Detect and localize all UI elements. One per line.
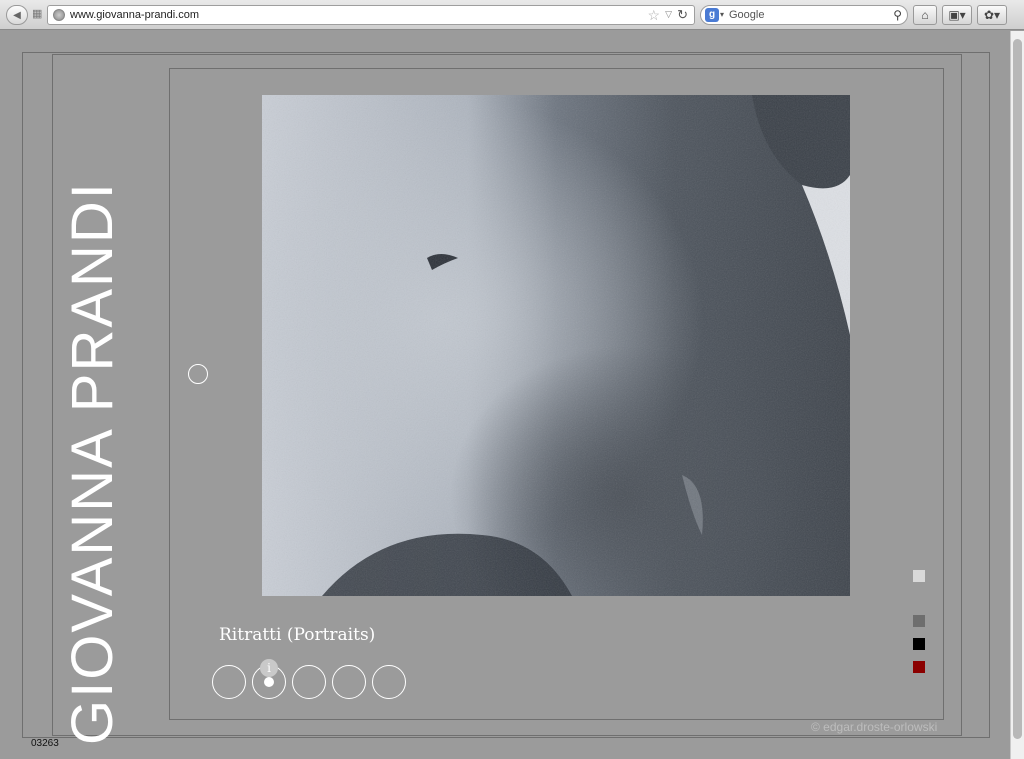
active-dot bbox=[264, 677, 274, 687]
swatch-dark-red[interactable] bbox=[913, 661, 925, 673]
back-button[interactable]: ◀ bbox=[6, 5, 28, 25]
swatch-black[interactable] bbox=[913, 638, 925, 650]
extension-button[interactable]: ✿▾ bbox=[977, 5, 1007, 25]
search-bar[interactable]: g ▾ Google ⚲ bbox=[700, 5, 908, 25]
globe-icon bbox=[53, 9, 65, 21]
photo-credit[interactable]: © edgar.droste-orlowski bbox=[811, 720, 937, 734]
google-icon[interactable]: g bbox=[705, 8, 719, 22]
site-title[interactable]: GIOVANNA PRANDI bbox=[60, 65, 125, 745]
magnifier-icon[interactable]: ⚲ bbox=[893, 8, 902, 22]
thumbnail-3[interactable] bbox=[292, 665, 326, 699]
address-bar[interactable]: www.giovanna-prandi.com ☆ ▽ ↻ bbox=[47, 5, 695, 25]
extension-icon: ✿▾ bbox=[983, 8, 1001, 22]
url-text: www.giovanna-prandi.com bbox=[70, 9, 200, 21]
swatch-light-gray[interactable] bbox=[913, 570, 925, 582]
visit-counter: 03263 bbox=[31, 738, 59, 749]
chevron-down-icon[interactable]: ▽ bbox=[665, 9, 672, 20]
info-button[interactable]: i bbox=[260, 659, 278, 677]
reload-icon[interactable]: ↻ bbox=[677, 7, 688, 23]
gallery-photo[interactable] bbox=[262, 95, 850, 596]
bookmark-icon: ▣▾ bbox=[948, 8, 966, 22]
scroll-thumb[interactable] bbox=[1013, 39, 1022, 739]
browser-toolbar: ◀ ▦ www.giovanna-prandi.com ☆ ▽ ↻ g ▾ Go… bbox=[0, 0, 1024, 30]
previous-image-button[interactable] bbox=[188, 364, 208, 384]
bookmarks-button[interactable]: ▣▾ bbox=[942, 5, 972, 25]
search-placeholder: Google bbox=[729, 9, 765, 21]
gallery-title: Ritratti (Portraits) bbox=[219, 625, 376, 645]
home-icon: ⌂ bbox=[921, 8, 929, 22]
star-icon[interactable]: ☆ bbox=[647, 7, 660, 24]
thumbnail-4[interactable] bbox=[332, 665, 366, 699]
scrollbar[interactable] bbox=[1010, 31, 1024, 759]
swatch-dark-gray[interactable] bbox=[913, 615, 925, 627]
chevron-down-icon[interactable]: ▾ bbox=[720, 10, 724, 19]
grid-icon[interactable]: ▦ bbox=[32, 9, 44, 20]
thumbnail-5[interactable] bbox=[372, 665, 406, 699]
home-button[interactable]: ⌂ bbox=[913, 5, 937, 25]
photo-image bbox=[262, 95, 850, 596]
back-arrow-icon: ◀ bbox=[13, 9, 21, 21]
thumbnail-1[interactable] bbox=[212, 665, 246, 699]
